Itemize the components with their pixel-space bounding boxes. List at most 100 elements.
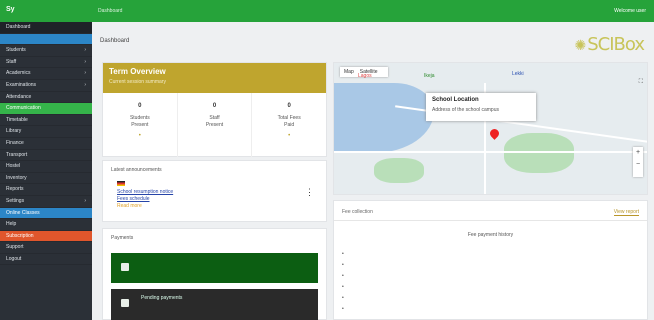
sidebar-item[interactable]: Communication [0,103,92,115]
brand-name: SCIBox [587,34,645,55]
map-type-map[interactable]: Map [344,69,354,75]
chart-title: Fee payment history [467,232,514,238]
sidebar-item-label: Timetable [6,116,28,123]
sidebar-item[interactable]: Hostel [0,161,92,173]
user-menu[interactable]: Welcome user [614,8,646,14]
more-icon[interactable]: ⋮ [305,187,314,198]
chart-tick: • [342,262,344,268]
announcement-link[interactable]: School resumption notice [117,189,173,195]
sidebar-item[interactable]: Support [0,242,92,254]
sidebar-item[interactable]: Students › [0,45,92,57]
brand-icon: ✺ [574,38,587,54]
sidebar-item-label: Online Classes [6,209,40,216]
zoom-out-button[interactable]: − [633,159,643,171]
fullscreen-icon[interactable]: ⛶ [639,79,643,86]
app-logo[interactable]: Sy [6,6,15,13]
chart-tick: • [342,306,344,312]
sidebar-item[interactable]: Attendance [0,92,92,104]
sidebar-item-label: Attendance [6,93,32,100]
map-road [334,151,647,153]
zoom-in-button[interactable]: + [633,147,643,159]
sidebar-item[interactable] [0,33,92,46]
stat-item[interactable]: 0 Staff Present [178,93,253,157]
sidebar-item[interactable]: Finance [0,138,92,150]
sidebar-item-label: Transport [6,151,28,158]
flag-icon [117,181,125,186]
sidebar-item[interactable]: Reports [0,184,92,196]
payment-label: Pending payments [141,295,183,301]
stats-title: Term Overview [109,67,166,76]
chart-card: Fee collection View report Fee payment h… [333,200,648,320]
chart-tabs: Fee collection View report [334,201,647,221]
sidebar-item-label: Dashboard [6,24,31,30]
sidebar-item[interactable]: Academics › [0,68,92,80]
sidebar-item[interactable]: Library [0,126,92,138]
page-title: Dashboard [100,38,130,44]
sidebar-item[interactable]: Help [0,219,92,231]
sidebar-item[interactable]: Logout [0,254,92,266]
sidebar-item[interactable]: Inventory [0,173,92,185]
map-place-label: Ikeja [424,73,435,79]
view-report-link[interactable]: View report [613,209,639,216]
stat-label: Total Fees [277,115,301,121]
sidebar-item-label: Inventory [6,174,27,181]
chevron-right-icon: › [84,197,86,204]
sidebar-item-label: Logout [6,255,22,262]
dot-icon: • [288,133,291,139]
sidebar-item[interactable]: Examinations › [0,80,92,92]
chart-tick: • [342,284,344,290]
chevron-right-icon: › [84,70,86,77]
payment-tile-dark[interactable]: Pending payments [111,289,318,320]
map-park [374,158,424,183]
sidebar-item[interactable]: Transport [0,150,92,162]
stat-label: Present [131,122,149,128]
chevron-right-icon: › [84,58,86,65]
map-pin-icon[interactable] [488,127,501,140]
map-card[interactable]: Map Satellite Lagos Ikeja Lekki ⛶ School … [333,62,648,195]
stats-header: Term Overview Current session summary [103,63,326,93]
stat-label: Students [129,115,150,121]
stat-label: Paid [284,122,295,128]
sidebar-item-label: Staff [6,58,17,65]
zoom-control[interactable]: + − [633,147,643,177]
sidebar-item-label: Hostel [6,163,21,170]
sidebar-item[interactable]: Timetable [0,115,92,127]
info-text: Address of the school campus [432,107,499,113]
sidebar-item-label: Subscription [6,232,34,239]
map-info-window: School Location Address of the school ca… [426,93,536,121]
sidebar-item-label: Support [6,244,24,251]
sidebar-item[interactable]: Staff › [0,57,92,69]
map-park [504,133,574,173]
brand-logo: ✺ SCIBox [575,34,645,55]
stat-label: Present [205,122,224,128]
chevron-right-icon: › [84,81,86,88]
sidebar-item[interactable]: Subscription [0,230,92,243]
chart-tick: • [342,251,344,257]
sidebar-item[interactable]: Settings › [0,196,92,208]
stats-card: Term Overview Current session summary 0 … [102,62,327,157]
announcements-title: Latest announcements [111,167,162,173]
chart-tick: • [342,295,344,301]
wallet-icon [121,263,129,271]
chart-tab[interactable]: Fee collection [342,209,373,215]
stat-value: 0 [287,103,291,109]
payments-card: Payments Pending payments [102,228,327,320]
payments-title: Payments [111,235,134,241]
chart-tick: • [342,273,344,279]
announcement-link[interactable]: Fees schedule [117,196,150,202]
stats-subtitle: Current session summary [109,79,166,85]
stat-item[interactable]: 0 Students Present • [103,93,178,157]
sidebar-item[interactable]: Online Classes [0,207,92,220]
payment-tile-green[interactable] [111,253,318,283]
sidebar-item-label: Communication [6,105,41,112]
map-place-label: Lagos [358,73,372,79]
sidebar-item-label: Settings [6,197,25,204]
sidebar-item-label: Help [6,221,17,228]
sidebar-item-label: Students [6,47,26,54]
sidebar-item[interactable]: Dashboard [0,22,92,34]
page-header: Dashboard ✺ SCIBox [98,30,648,66]
read-more-link[interactable]: Read more [117,203,142,209]
stat-item[interactable]: 0 Total Fees Paid • [252,93,326,157]
sidebar-item-label: Examinations [6,81,37,88]
stat-label: Staff [209,115,220,121]
